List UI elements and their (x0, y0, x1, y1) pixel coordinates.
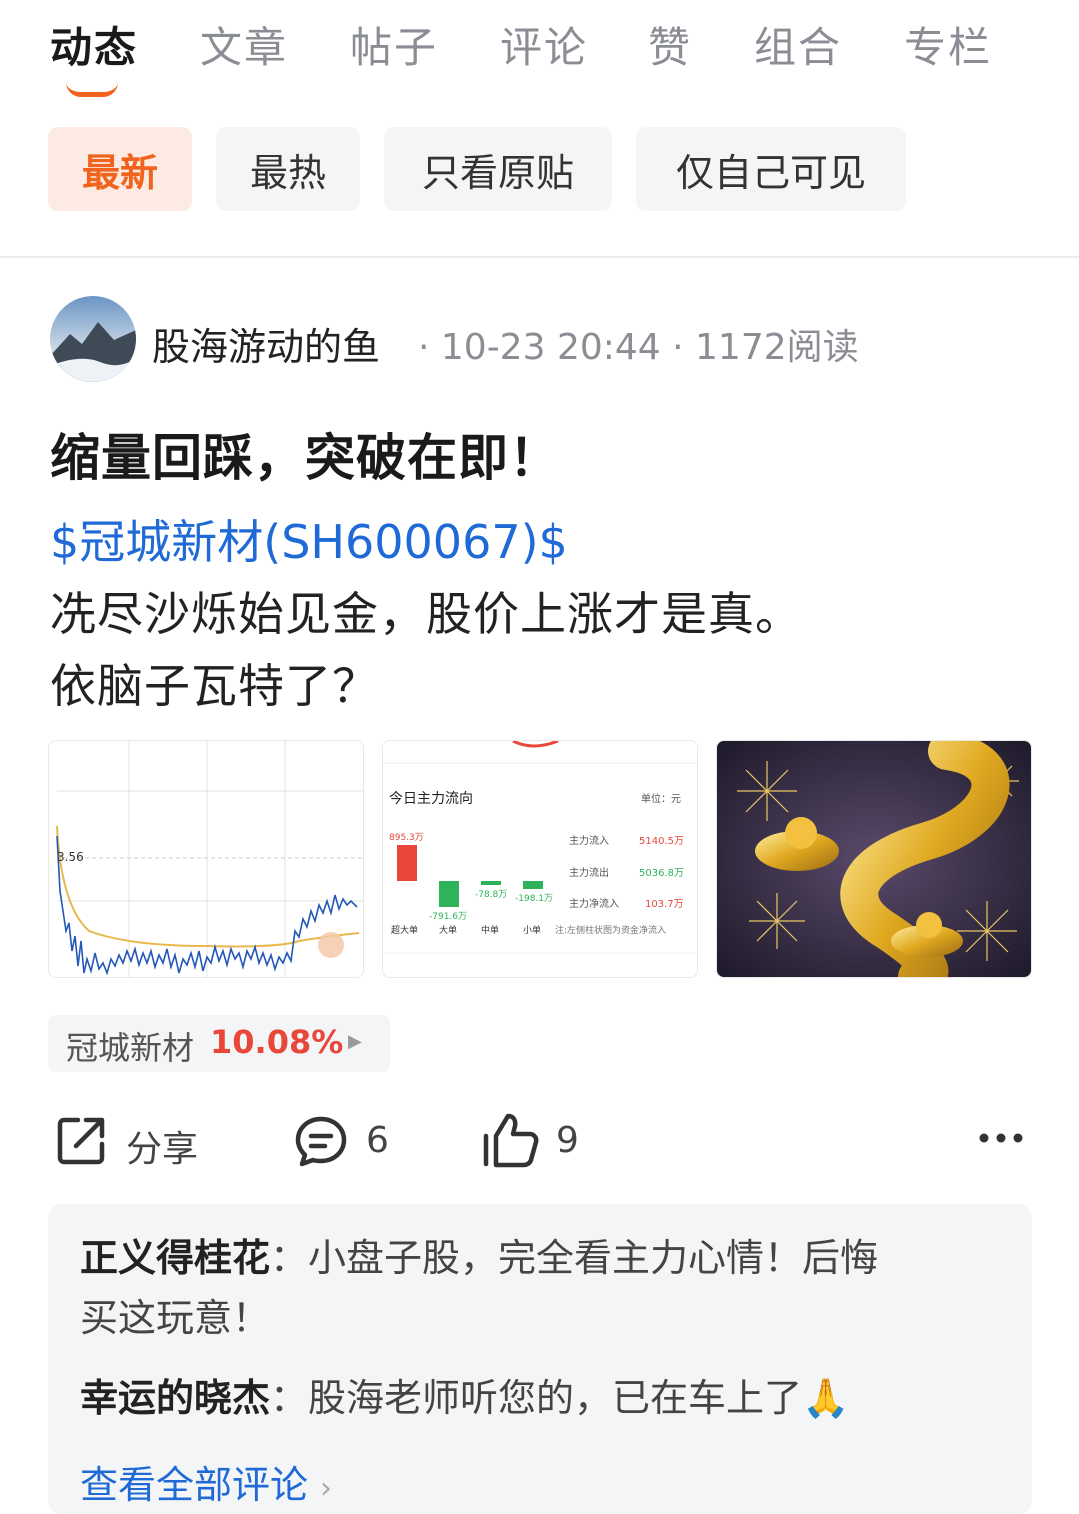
svg-text:中单: 中单 (481, 924, 499, 936)
chevron-right-icon: ▶ (348, 1031, 362, 1052)
tab-likes[interactable]: 赞 (648, 14, 692, 75)
svg-text:-78.8万: -78.8万 (475, 890, 507, 900)
svg-text:主力流出: 主力流出 (569, 866, 609, 879)
stock-quote-chip[interactable]: 冠城新材 10.08% ▶ (48, 1015, 390, 1072)
svg-text:-198.1万: -198.1万 (515, 894, 553, 904)
image-intraday-chart[interactable]: 3.56 (48, 740, 364, 978)
tab-column[interactable]: 专栏 (904, 14, 992, 75)
share-button[interactable]: 分享 (126, 1120, 198, 1172)
image-money-flow[interactable]: 今日主力流向 单位：元 895.3万 -791.6万 -78.8万 -198.1… (382, 740, 698, 978)
filter-private-only[interactable]: 仅自己可见 (636, 127, 906, 211)
comment-user: 正义得桂花 (80, 1236, 271, 1280)
filter-latest[interactable]: 最新 (48, 127, 192, 211)
tab-articles[interactable]: 文章 (200, 14, 288, 75)
svg-text:大单: 大单 (439, 924, 457, 936)
share-icon[interactable] (54, 1114, 108, 1172)
comment-text: 股海老师听您的，已在车上了🙏 (308, 1376, 850, 1420)
section-divider (0, 256, 1079, 258)
more-options-icon[interactable] (978, 1128, 1026, 1152)
chart-price-label: 3.56 (57, 850, 84, 864)
comment-user: 幸运的晓杰 (80, 1376, 271, 1420)
bar-medium (481, 881, 501, 885)
svg-text:-791.6万: -791.6万 (429, 912, 467, 922)
stock-change: 10.08% (210, 1023, 344, 1061)
post-meta: · 10-23 20:44 · 1172阅读 (418, 327, 859, 368)
thumbs-up-icon[interactable] (482, 1112, 540, 1172)
money-flow-title: 今日主力流向 (389, 791, 473, 807)
money-flow-unit: 单位：元 (641, 792, 681, 805)
tab-comments[interactable]: 评论 (500, 14, 588, 75)
chevron-right-icon: › (320, 1471, 333, 1506)
comment-text-continued: 买这玩意！ (80, 1296, 271, 1340)
svg-text:注:左侧柱状图为资金净流入: 注:左侧柱状图为资金净流入 (555, 924, 666, 936)
svg-text:5036.8万: 5036.8万 (639, 868, 684, 879)
comment-item[interactable]: 幸运的晓杰：股海老师听您的，已在车上了🙏 (80, 1368, 849, 1428)
author-avatar[interactable] (50, 296, 136, 382)
author-name[interactable]: 股海游动的鱼 (152, 316, 380, 371)
post-body-line: 依脑子瓦特了？ (50, 659, 379, 713)
active-tab-indicator (66, 82, 118, 97)
post-title[interactable]: 缩量回踩，突破在即！ (50, 418, 560, 490)
comment-item[interactable]: 正义得桂花：小盘子股，完全看主力心情！后悔 (80, 1228, 878, 1288)
view-all-comments-link[interactable]: 查看全部评论 › (80, 1454, 332, 1509)
tab-posts[interactable]: 帖子 (350, 14, 438, 75)
svg-text:超大单: 超大单 (391, 924, 418, 936)
stock-name: 冠城新材 (66, 1029, 195, 1067)
top-tab-bar: 动态 文章 帖子 评论 赞 组合 专栏 (0, 0, 1079, 110)
svg-text:103.7万: 103.7万 (645, 899, 684, 910)
svg-text:主力流入: 主力流入 (569, 834, 609, 847)
post-body-line: 冼尽沙烁始见金，股价上涨才是真。 (50, 587, 802, 641)
filter-hottest[interactable]: 最热 (216, 127, 360, 211)
comment-icon[interactable] (294, 1114, 348, 1172)
svg-text:主力净流入: 主力净流入 (569, 897, 619, 910)
bar-large (439, 881, 459, 907)
bar-super-large (397, 845, 417, 881)
svg-text:895.3万: 895.3万 (389, 833, 424, 843)
comment-count[interactable]: 6 (366, 1120, 389, 1161)
image-golden-snake[interactable] (716, 740, 1032, 978)
svg-text:小单: 小单 (523, 924, 541, 936)
comment-text: 小盘子股，完全看主力心情！后悔 (308, 1236, 879, 1280)
tab-dynamic[interactable]: 动态 (50, 14, 138, 75)
tab-portfolio[interactable]: 组合 (754, 14, 842, 75)
stock-link[interactable]: $冠城新材(SH600067)$ (50, 506, 568, 572)
like-count[interactable]: 9 (556, 1120, 579, 1161)
filter-original-only[interactable]: 只看原贴 (384, 127, 612, 211)
comments-preview: 正义得桂花：小盘子股，完全看主力心情！后悔 买这玩意！ 幸运的晓杰：股海老师听您… (48, 1204, 1032, 1514)
svg-text:5140.5万: 5140.5万 (639, 836, 684, 847)
bar-small (523, 881, 543, 889)
